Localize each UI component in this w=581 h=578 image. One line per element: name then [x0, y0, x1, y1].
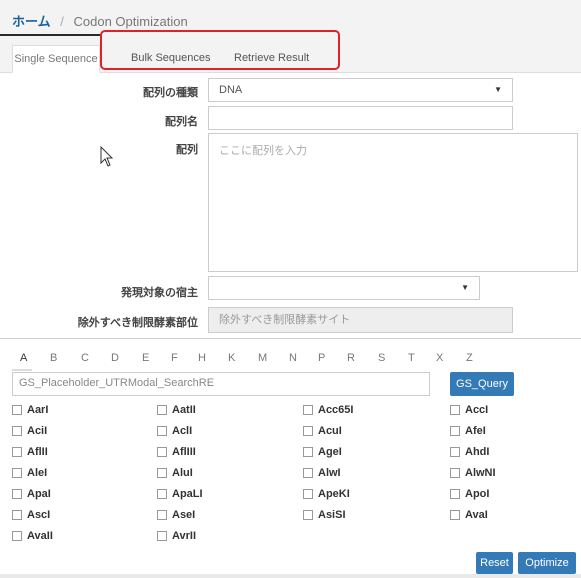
enzyme-checkbox[interactable]: AsiSI	[303, 509, 346, 521]
checkbox-icon	[303, 447, 313, 457]
checkbox-icon	[157, 405, 167, 415]
alpha-tab-z[interactable]: Z	[466, 352, 473, 364]
enzyme-checkbox[interactable]: AfeI	[450, 425, 486, 437]
seq-type-select[interactable]: DNA ▼	[208, 78, 513, 102]
enzyme-checkbox[interactable]: AvaI	[450, 509, 488, 521]
query-button[interactable]: GS_Query	[450, 372, 514, 396]
checkbox-icon	[12, 405, 22, 415]
checkbox-icon	[303, 405, 313, 415]
enzyme-checkbox[interactable]: AvrII	[157, 530, 196, 542]
enzyme-checkbox[interactable]: AgeI	[303, 446, 342, 458]
breadcrumb-current: Codon Optimization	[73, 14, 188, 29]
enzyme-checkbox[interactable]: Acc65I	[303, 404, 353, 416]
checkbox-icon	[303, 426, 313, 436]
checkbox-icon	[450, 405, 460, 415]
enzyme-checkbox[interactable]: AarI	[12, 404, 48, 416]
host-label: 発現対象の宿主	[121, 287, 198, 299]
enzyme-checkbox[interactable]: AflIII	[157, 446, 196, 458]
checkbox-icon	[12, 426, 22, 436]
checkbox-icon	[157, 447, 167, 457]
alpha-tab-n[interactable]: N	[289, 352, 297, 364]
reset-button[interactable]: Reset	[476, 552, 513, 574]
breadcrumb-home-link[interactable]: ホーム	[12, 14, 51, 29]
alpha-tab-e[interactable]: E	[142, 352, 149, 364]
chevron-down-icon: ▼	[494, 85, 502, 94]
enzyme-checkbox[interactable]: AatII	[157, 404, 196, 416]
seq-name-input[interactable]	[208, 106, 513, 130]
enzyme-checkbox[interactable]: ApaLI	[157, 488, 203, 500]
enzyme-checkbox[interactable]: AccI	[450, 404, 488, 416]
annotation-pointer-line	[0, 34, 100, 36]
optimize-button[interactable]: Optimize	[518, 552, 576, 574]
alpha-tab-s[interactable]: S	[378, 352, 385, 364]
checkbox-icon	[12, 510, 22, 520]
breadcrumb: ホーム / Codon Optimization	[12, 11, 188, 30]
checkbox-icon	[157, 468, 167, 478]
enzyme-checkbox[interactable]: AclI	[157, 425, 192, 437]
tab-single-sequence[interactable]: Single Sequence	[12, 45, 100, 73]
checkbox-icon	[157, 489, 167, 499]
seq-name-label: 配列名	[165, 116, 198, 128]
enzyme-checkbox[interactable]: AvaII	[12, 530, 53, 542]
restriction-sites-input: 除外すべき制限酵素サイト	[208, 307, 513, 333]
sequence-textarea[interactable]: ここに配列を入力	[208, 133, 578, 272]
enzyme-checkbox[interactable]: AciI	[12, 425, 47, 437]
alpha-tab-k[interactable]: K	[228, 352, 235, 364]
section-divider	[0, 338, 581, 339]
checkbox-icon	[303, 510, 313, 520]
sequence-label: 配列	[176, 144, 198, 156]
alpha-tab-f[interactable]: F	[171, 352, 178, 364]
alpha-tab-r[interactable]: R	[347, 352, 355, 364]
checkbox-icon	[12, 447, 22, 457]
enzyme-checkbox[interactable]: AlwNI	[450, 467, 496, 479]
checkbox-icon	[157, 426, 167, 436]
alpha-tab-h[interactable]: H	[198, 352, 206, 364]
alpha-tab-b[interactable]: B	[50, 352, 57, 364]
enzyme-checkbox[interactable]: AlwI	[303, 467, 341, 479]
alpha-tab-x[interactable]: X	[436, 352, 443, 364]
checkbox-icon	[12, 531, 22, 541]
enzyme-checkbox[interactable]: ApeKI	[303, 488, 350, 500]
checkbox-icon	[450, 447, 460, 457]
annotation-highlight-box	[100, 30, 340, 70]
checkbox-icon	[12, 489, 22, 499]
restriction-sites-label: 除外すべき制限酵素部位	[77, 317, 198, 329]
restriction-sites-placeholder: 除外すべき制限酵素サイト	[219, 314, 351, 326]
checkbox-icon	[450, 489, 460, 499]
checkbox-icon	[157, 510, 167, 520]
checkbox-icon	[450, 426, 460, 436]
enzyme-search-input[interactable]: GS_Placeholder_UTRModal_SearchRE	[12, 372, 430, 396]
checkbox-icon	[12, 468, 22, 478]
checkbox-icon	[450, 510, 460, 520]
enzyme-checkbox[interactable]: AflII	[12, 446, 48, 458]
enzyme-checkbox[interactable]: AhdI	[450, 446, 489, 458]
checkbox-icon	[450, 468, 460, 478]
enzyme-checkbox[interactable]: AleI	[12, 467, 47, 479]
alpha-tab-m[interactable]: M	[258, 352, 267, 364]
footer-bar	[0, 574, 581, 578]
checkbox-icon	[157, 531, 167, 541]
sequence-placeholder: ここに配列を入力	[219, 145, 307, 157]
enzyme-checkbox[interactable]: AcuI	[303, 425, 342, 437]
enzyme-checkbox[interactable]: AscI	[12, 509, 50, 521]
enzyme-checkbox[interactable]: AseI	[157, 509, 195, 521]
checkbox-icon	[303, 468, 313, 478]
seq-type-value: DNA	[219, 84, 243, 96]
alpha-tab-p[interactable]: P	[318, 352, 325, 364]
alpha-tab-t[interactable]: T	[408, 352, 415, 364]
alpha-tab-d[interactable]: D	[111, 352, 119, 364]
breadcrumb-separator: /	[60, 14, 64, 29]
seq-type-label: 配列の種類	[143, 87, 198, 99]
alpha-tab-c[interactable]: C	[81, 352, 89, 364]
host-select[interactable]: ▼	[208, 276, 480, 300]
alpha-tab-active-indicator	[12, 369, 32, 371]
alpha-tab-a[interactable]: A	[20, 352, 27, 364]
checkbox-icon	[303, 489, 313, 499]
enzyme-checkbox[interactable]: AluI	[157, 467, 193, 479]
chevron-down-icon: ▼	[461, 283, 469, 292]
enzyme-checkbox[interactable]: ApaI	[12, 488, 51, 500]
enzyme-checkbox[interactable]: ApoI	[450, 488, 489, 500]
mouse-cursor-icon	[100, 146, 114, 167]
